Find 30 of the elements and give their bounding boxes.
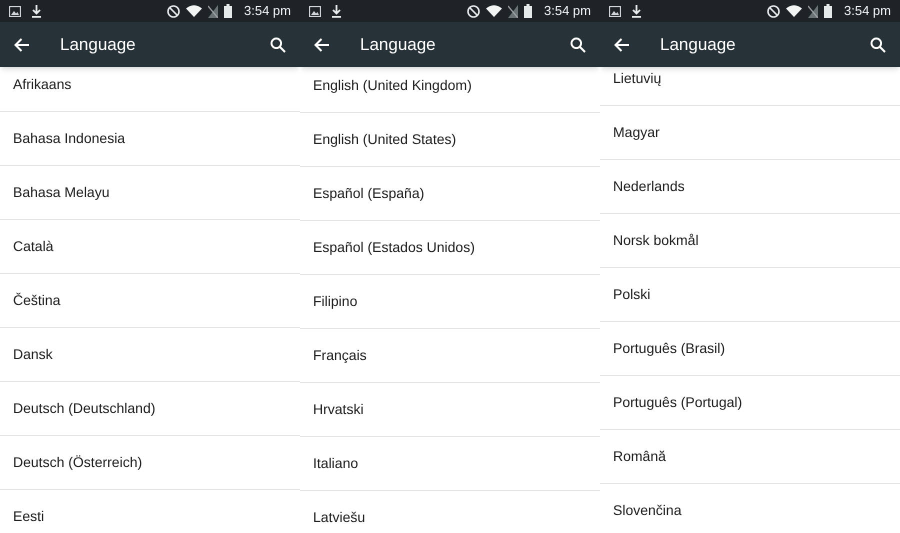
clock: 3:54 pm	[844, 2, 891, 20]
do-not-disturb-icon	[467, 4, 480, 18]
back-arrow-icon[interactable]	[314, 38, 330, 52]
battery-icon	[524, 4, 532, 18]
search-icon[interactable]	[870, 36, 886, 52]
do-not-disturb-icon	[167, 4, 180, 18]
search-icon[interactable]	[570, 36, 586, 52]
wifi-icon	[786, 5, 802, 17]
do-not-disturb-icon	[767, 4, 780, 18]
battery-icon	[824, 4, 832, 18]
image-icon	[309, 6, 321, 16]
screen-title: Language	[660, 34, 737, 56]
no-sim-icon	[508, 4, 518, 18]
screen-title: Language	[360, 34, 437, 56]
screen-title: Language	[60, 34, 137, 56]
search-icon[interactable]	[270, 36, 286, 52]
image-icon	[9, 6, 21, 16]
battery-icon	[224, 4, 232, 18]
no-sim-icon	[208, 4, 218, 18]
download-icon	[331, 4, 342, 18]
clock: 3:54 pm	[544, 2, 591, 20]
back-arrow-icon[interactable]	[14, 38, 30, 52]
image-icon	[609, 6, 621, 16]
back-arrow-icon[interactable]	[614, 38, 630, 52]
download-icon	[31, 4, 42, 18]
wifi-icon	[486, 5, 502, 17]
no-sim-icon	[808, 4, 818, 18]
wifi-icon	[186, 5, 202, 17]
clock: 3:54 pm	[244, 2, 291, 20]
download-icon	[631, 4, 642, 18]
